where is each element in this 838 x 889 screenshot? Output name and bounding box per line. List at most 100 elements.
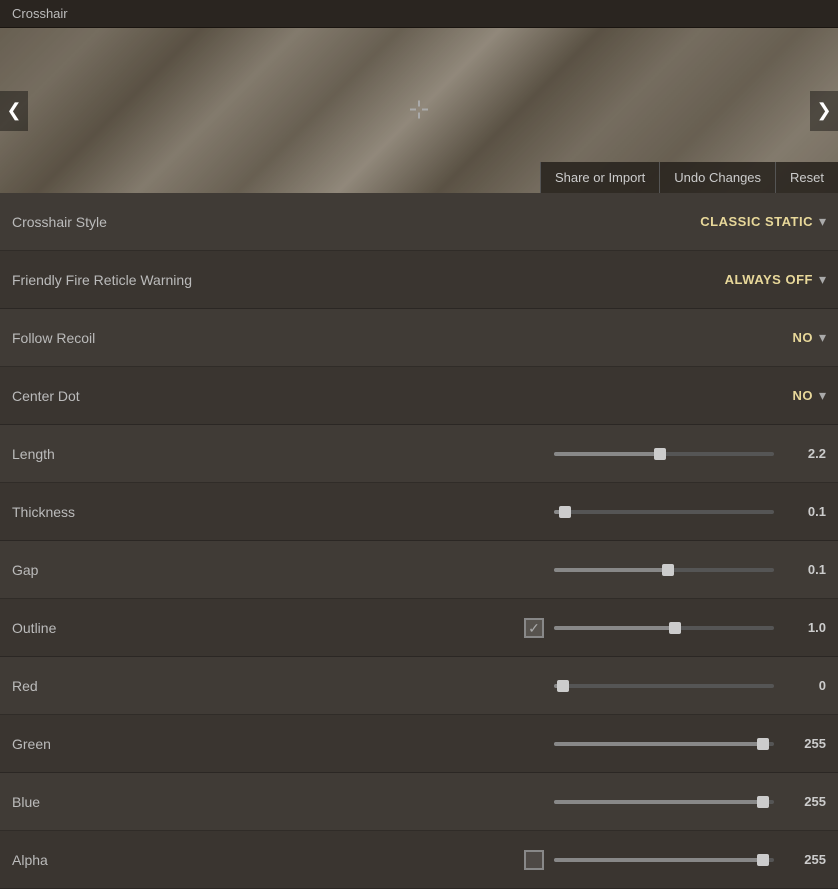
dropdown-follow-recoil[interactable]: No ▾	[792, 329, 826, 346]
dropdown-value-follow-recoil: No	[792, 330, 813, 345]
slider-length[interactable]	[554, 452, 774, 456]
control-alpha: 255	[192, 850, 826, 870]
slider-outline[interactable]	[554, 626, 774, 630]
page-title: Crosshair	[12, 6, 68, 21]
slider-track	[554, 452, 774, 456]
label-green: Green	[12, 736, 192, 752]
checkbox-alpha[interactable]	[524, 850, 544, 870]
checkmark-icon: ✓	[528, 621, 540, 635]
slider-red[interactable]	[554, 684, 774, 688]
dropdown-friendly-fire[interactable]: Always Off ▾	[725, 271, 826, 288]
slider-thickness[interactable]	[554, 510, 774, 514]
slider-fill	[554, 858, 763, 862]
slider-fill	[554, 452, 660, 456]
label-red: Red	[12, 678, 192, 694]
slider-value-red: 0	[784, 678, 826, 693]
preview-actions: Share or Import Undo Changes Reset	[540, 162, 838, 193]
label-friendly-fire: Friendly Fire Reticle Warning	[12, 272, 192, 288]
slider-track	[554, 626, 774, 630]
slider-value-thickness: 0.1	[784, 504, 826, 519]
chevron-down-icon: ▾	[819, 387, 826, 404]
setting-row-follow-recoil: Follow Recoil No ▾	[0, 309, 838, 367]
setting-row-center-dot: Center Dot No ▾	[0, 367, 838, 425]
slider-track	[554, 742, 774, 746]
slider-thumb	[757, 796, 769, 808]
slider-blue[interactable]	[554, 800, 774, 804]
slider-fill	[554, 568, 668, 572]
label-length: Length	[12, 446, 192, 462]
reset-button[interactable]: Reset	[775, 162, 838, 193]
slider-fill	[554, 800, 763, 804]
control-crosshair-style: Classic Static ▾	[192, 213, 826, 230]
prev-arrow-button[interactable]: ❮	[0, 91, 28, 131]
slider-thumb	[669, 622, 681, 634]
settings-container: Crosshair StyleClassic Static▾Friendly F…	[0, 193, 838, 889]
control-gap: 0.1	[192, 562, 826, 577]
label-thickness: Thickness	[12, 504, 192, 520]
setting-row-outline: Outline ✓ 1.0	[0, 599, 838, 657]
slider-track	[554, 858, 774, 862]
chevron-down-icon: ▾	[819, 271, 826, 288]
slider-thumb	[654, 448, 666, 460]
setting-row-blue: Blue 255	[0, 773, 838, 831]
undo-changes-button[interactable]: Undo Changes	[659, 162, 775, 193]
control-blue: 255	[192, 794, 826, 809]
control-green: 255	[192, 736, 826, 751]
control-thickness: 0.1	[192, 504, 826, 519]
slider-value-length: 2.2	[784, 446, 826, 461]
setting-row-thickness: Thickness 0.1	[0, 483, 838, 541]
slider-fill	[554, 626, 675, 630]
label-follow-recoil: Follow Recoil	[12, 330, 192, 346]
label-crosshair-style: Crosshair Style	[12, 214, 192, 230]
dropdown-crosshair-style[interactable]: Classic Static ▾	[700, 213, 826, 230]
setting-row-gap: Gap 0.1	[0, 541, 838, 599]
setting-row-green: Green 255	[0, 715, 838, 773]
control-length: 2.2	[192, 446, 826, 461]
dropdown-center-dot[interactable]: No ▾	[792, 387, 826, 404]
slider-track	[554, 510, 774, 514]
dropdown-value-center-dot: No	[792, 388, 813, 403]
slider-value-gap: 0.1	[784, 562, 826, 577]
slider-thumb	[757, 854, 769, 866]
control-red: 0	[192, 678, 826, 693]
crosshair-symbol	[408, 98, 430, 123]
slider-fill	[554, 742, 763, 746]
label-outline: Outline	[12, 620, 192, 636]
setting-row-alpha: Alpha 255	[0, 831, 838, 889]
title-bar: Crosshair	[0, 0, 838, 28]
dropdown-value-crosshair-style: Classic Static	[700, 214, 813, 229]
share-import-button[interactable]: Share or Import	[540, 162, 659, 193]
slider-track	[554, 684, 774, 688]
chevron-down-icon: ▾	[819, 329, 826, 346]
dropdown-value-friendly-fire: Always Off	[725, 272, 813, 287]
slider-gap[interactable]	[554, 568, 774, 572]
slider-value-blue: 255	[784, 794, 826, 809]
control-center-dot: No ▾	[192, 387, 826, 404]
slider-thumb	[557, 680, 569, 692]
slider-green[interactable]	[554, 742, 774, 746]
slider-alpha[interactable]	[554, 858, 774, 862]
slider-value-alpha: 255	[784, 852, 826, 867]
chevron-down-icon: ▾	[819, 213, 826, 230]
slider-value-green: 255	[784, 736, 826, 751]
control-outline: ✓ 1.0	[192, 618, 826, 638]
label-gap: Gap	[12, 562, 192, 578]
setting-row-length: Length 2.2	[0, 425, 838, 483]
control-friendly-fire: Always Off ▾	[192, 271, 826, 288]
control-follow-recoil: No ▾	[192, 329, 826, 346]
slider-track	[554, 568, 774, 572]
setting-row-red: Red 0	[0, 657, 838, 715]
slider-thumb	[757, 738, 769, 750]
slider-track	[554, 800, 774, 804]
label-alpha: Alpha	[12, 852, 192, 868]
next-arrow-button[interactable]: ❯	[810, 91, 838, 131]
slider-value-outline: 1.0	[784, 620, 826, 635]
label-blue: Blue	[12, 794, 192, 810]
label-center-dot: Center Dot	[12, 388, 192, 404]
crosshair-preview: ❮ ❯ Share or Import Undo Changes Reset	[0, 28, 838, 193]
checkbox-outline[interactable]: ✓	[524, 618, 544, 638]
slider-thumb	[662, 564, 674, 576]
setting-row-friendly-fire: Friendly Fire Reticle Warning Always Off ▾	[0, 251, 838, 309]
setting-row-crosshair-style: Crosshair Style Classic Static ▾	[0, 193, 838, 251]
slider-thumb	[559, 506, 571, 518]
